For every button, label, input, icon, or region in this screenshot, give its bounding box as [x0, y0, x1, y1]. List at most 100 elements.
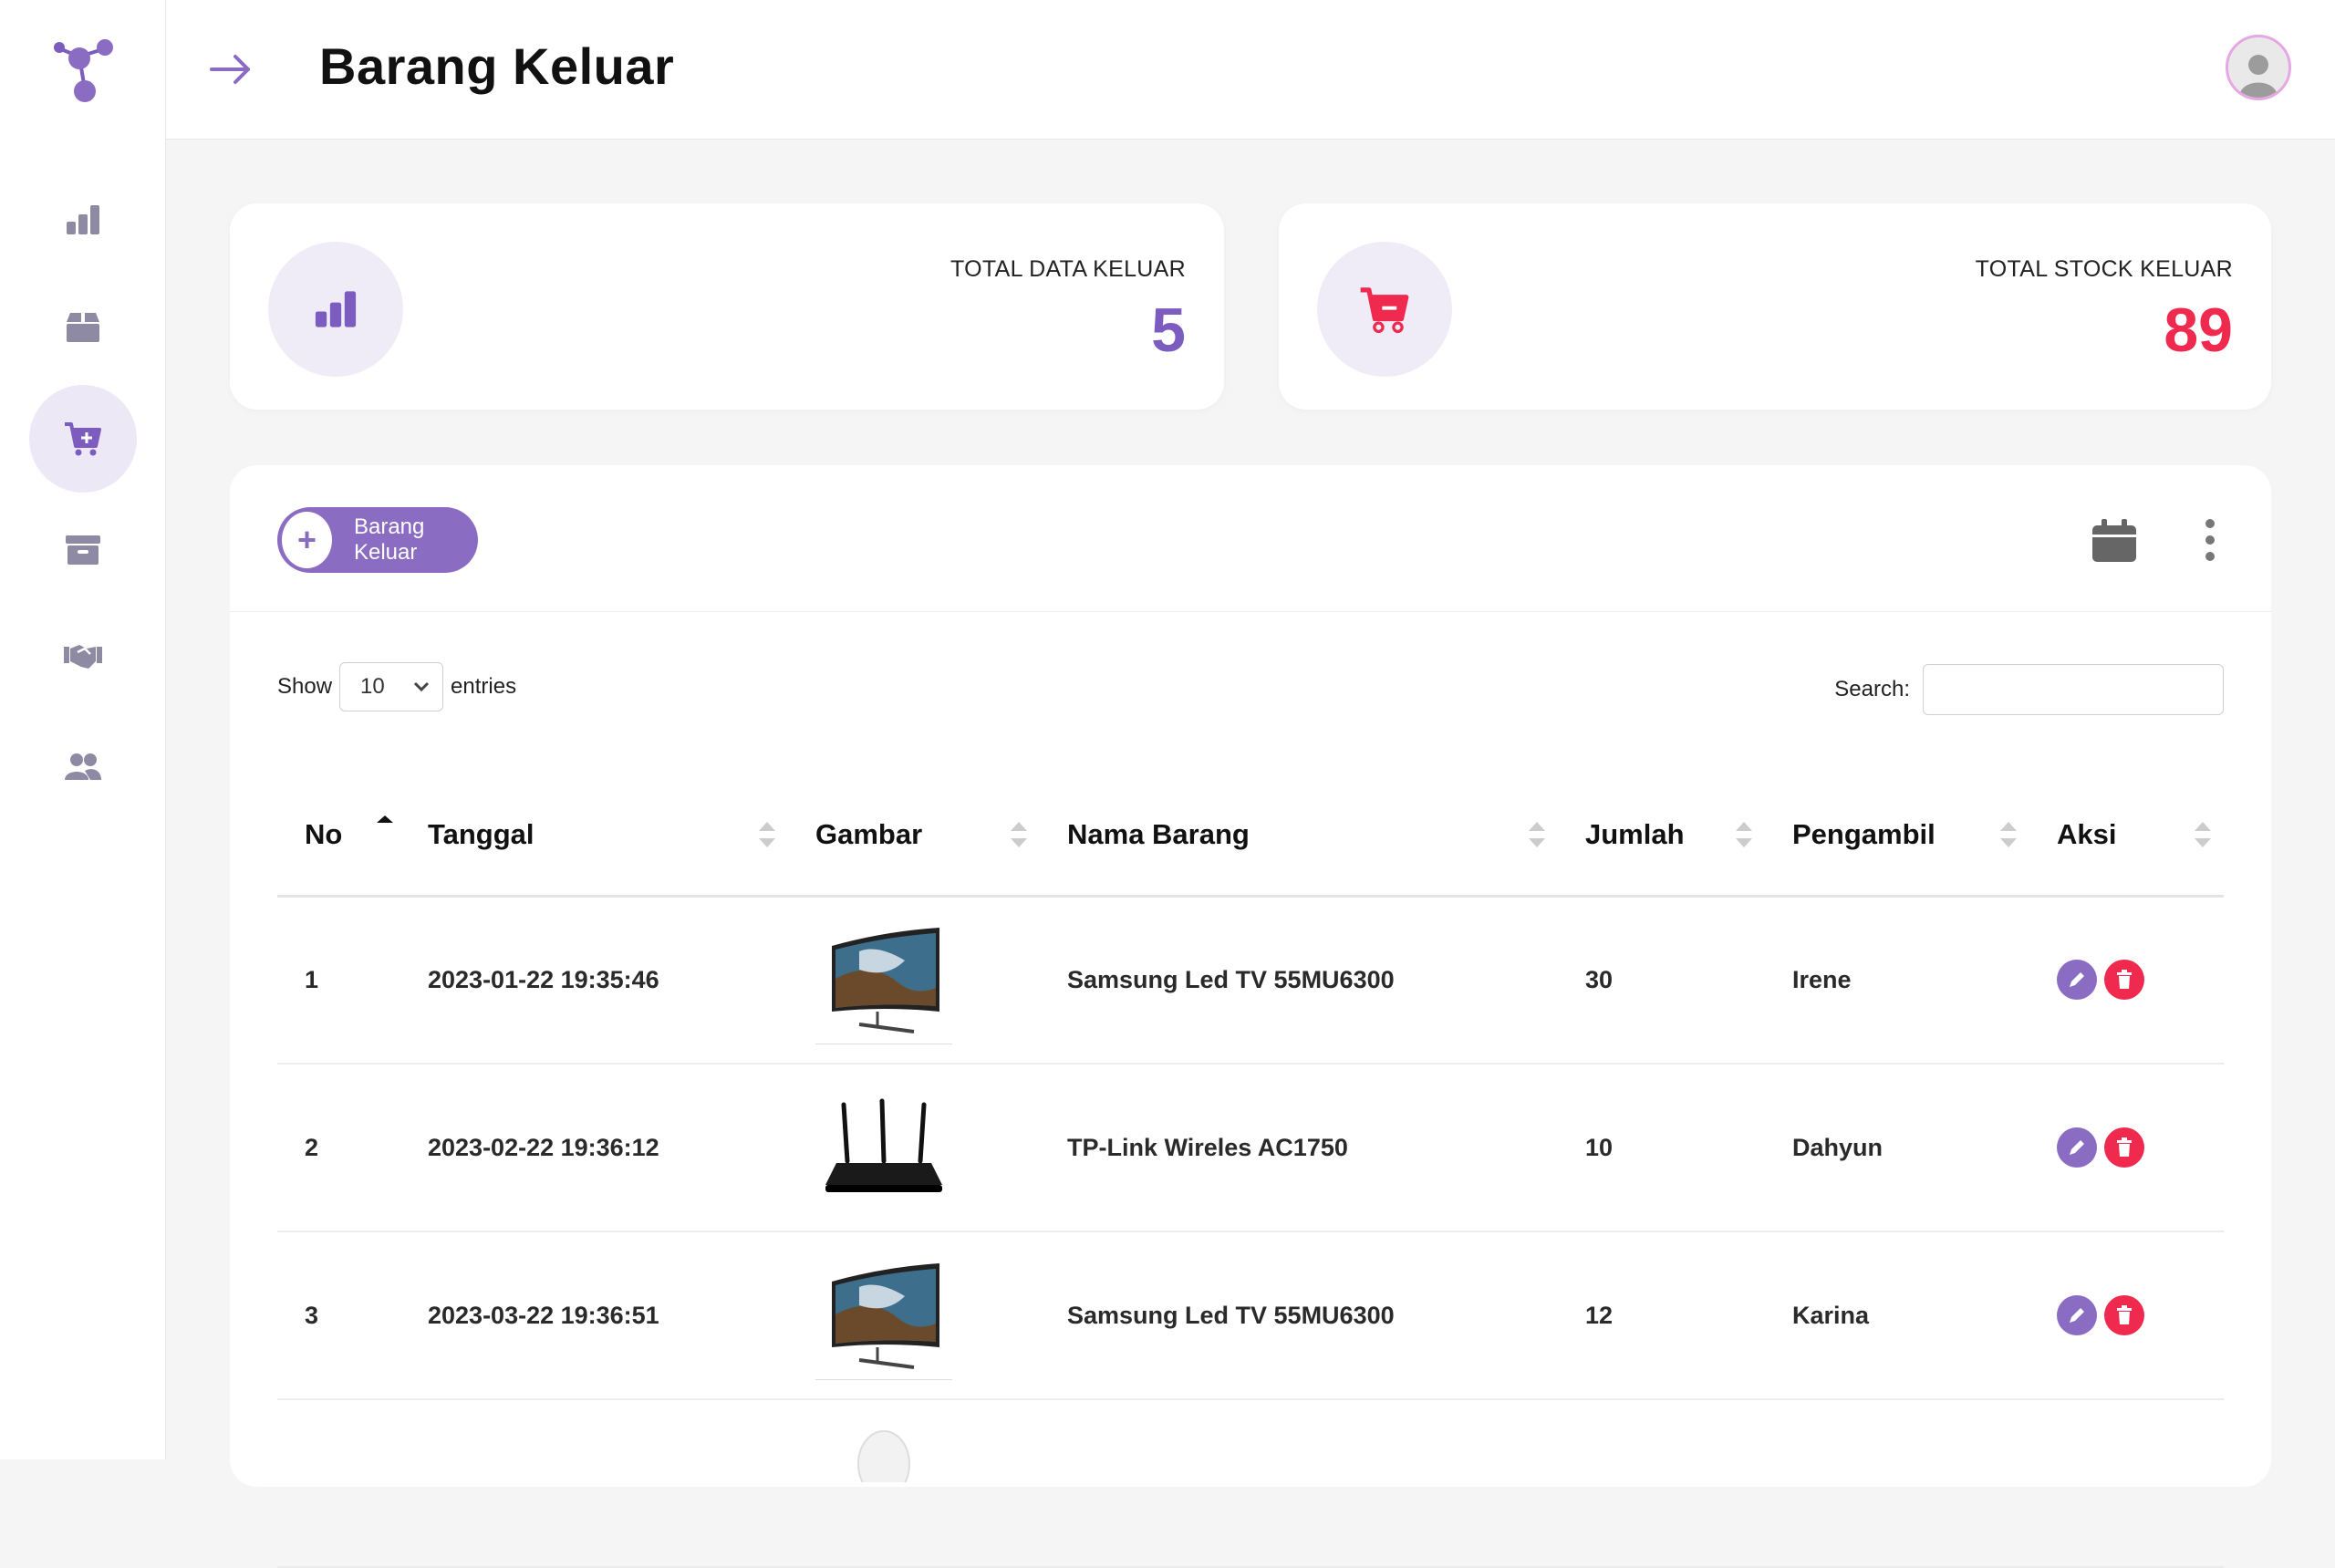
cart-minus-icon [1360, 287, 1409, 334]
edit-button[interactable] [2057, 1295, 2097, 1335]
user-icon [2239, 55, 2278, 98]
stat-card-total-stock-keluar: TOTAL STOCK KELUAR 89 [1279, 203, 2271, 410]
tv-image-icon [832, 1262, 939, 1369]
cell-pengambil [1765, 1399, 2029, 1568]
archive-icon [66, 535, 100, 565]
show-label: Show [277, 674, 333, 699]
plus-icon: + [282, 512, 332, 568]
sort-icon [1736, 822, 1752, 848]
delete-button[interactable] [2104, 1295, 2144, 1335]
app-logo-icon[interactable] [50, 36, 119, 105]
table-row: 1 2023-01-22 19:35:46 Samsung Led TV 55M… [277, 896, 2224, 1064]
table-row [277, 1399, 2224, 1568]
pencil-icon [2070, 1308, 2084, 1323]
column-header-no[interactable]: No [277, 775, 400, 898]
calendar-icon[interactable] [2091, 518, 2138, 564]
column-header-aksi[interactable]: Aksi [2029, 775, 2224, 898]
cell-gambar [788, 896, 1040, 1064]
sidebar-item-dashboard[interactable] [29, 166, 137, 274]
cell-no: 2 [277, 1064, 400, 1232]
cell-no: 3 [277, 1231, 400, 1400]
sort-icon [2000, 822, 2017, 848]
trash-icon [2117, 1137, 2132, 1157]
router-image-icon [825, 1098, 942, 1192]
tv-image-icon [832, 927, 939, 1033]
cell-aksi [2029, 1231, 2224, 1400]
stat-value: 5 [1151, 296, 1186, 365]
sort-icon [1529, 822, 1545, 848]
cell-aksi [2029, 1399, 2224, 1568]
cell-jumlah: 30 [1558, 896, 1765, 1064]
cell-no: 1 [277, 896, 400, 1064]
cell-aksi [2029, 896, 2224, 1064]
handshake-icon [64, 645, 102, 669]
edit-button[interactable] [2057, 1127, 2097, 1168]
sidebar-toggle-arrow-icon[interactable] [210, 51, 252, 88]
column-header-pengambil[interactable]: Pengambil [1765, 775, 2029, 898]
user-avatar[interactable] [2226, 35, 2291, 100]
pencil-icon [2070, 1140, 2084, 1155]
cell-nama-barang: TP-Link Wireles AC1750 [1040, 1064, 1558, 1232]
cart-plus-icon [65, 422, 101, 456]
column-header-nama-barang[interactable]: Nama Barang [1040, 775, 1558, 898]
search-input[interactable] [1923, 664, 2224, 715]
users-icon [65, 753, 101, 780]
panel-toolbar: + Barang Keluar [230, 465, 2271, 612]
cell-gambar [788, 1231, 1040, 1400]
cell-gambar [788, 1064, 1040, 1232]
search-box: Search: [1834, 664, 2224, 715]
show-entries: Show 10 entries [277, 662, 516, 711]
table-row: 2 2023-02-22 19:36:12 TP-Link Wireles AC… [277, 1064, 2224, 1232]
cell-jumlah: 12 [1558, 1231, 1765, 1400]
delete-button[interactable] [2104, 960, 2144, 1001]
sort-icon [1011, 822, 1027, 848]
sort-asc-icon [377, 815, 393, 824]
cell-pengambil: Dahyun [1765, 1064, 2029, 1232]
cell-jumlah: 10 [1558, 1064, 1765, 1232]
stat-label: TOTAL STOCK KELUAR [1975, 256, 2233, 282]
entries-select[interactable]: 10 [339, 662, 444, 711]
product-image-mouse [815, 1428, 952, 1482]
cell-nama-barang: Samsung Led TV 55MU6300 [1040, 1231, 1558, 1400]
sidebar-item-barang[interactable] [29, 274, 137, 381]
cell-jumlah [1558, 1399, 1765, 1568]
cell-pengambil: Karina [1765, 1231, 2029, 1400]
stat-label: TOTAL DATA KELUAR [950, 256, 1186, 282]
stat-card-total-data-keluar: TOTAL DATA KELUAR 5 [230, 203, 1224, 410]
sidebar-item-arsip[interactable] [29, 496, 137, 604]
cell-nama-barang: Samsung Led TV 55MU6300 [1040, 896, 1558, 1064]
sidebar-item-barang-keluar[interactable] [29, 385, 137, 493]
stat-icon-circle [268, 242, 403, 377]
data-panel: + Barang Keluar Show 10 entries Search: [230, 465, 2271, 1568]
table-row: 3 2023-03-22 19:36:51 Samsung Led TV 55M… [277, 1231, 2224, 1400]
top-header: Barang Keluar [166, 0, 2335, 140]
column-header-gambar[interactable]: Gambar [788, 775, 1040, 898]
entries-label: entries [451, 674, 517, 699]
chart-bar-icon [315, 291, 357, 327]
column-header-tanggal[interactable]: Tanggal [400, 775, 788, 898]
stat-value: 89 [2164, 296, 2233, 365]
sidebar-item-users[interactable] [29, 713, 137, 821]
box-icon [67, 313, 99, 342]
trash-icon [2117, 1305, 2132, 1324]
table-header-row: No Tanggal Gambar Nama Barang Jumlah Pen… [277, 775, 2224, 898]
cell-tanggal: 2023-03-22 19:36:51 [400, 1231, 788, 1400]
cell-tanggal [400, 1399, 788, 1568]
add-button-label: Barang Keluar [353, 514, 425, 565]
edit-button[interactable] [2057, 960, 2097, 1001]
sort-icon [759, 822, 775, 848]
sidebar-item-supplier[interactable] [29, 602, 137, 710]
cell-tanggal: 2023-01-22 19:35:46 [400, 896, 788, 1064]
pencil-icon [2070, 972, 2084, 988]
column-header-jumlah[interactable]: Jumlah [1558, 775, 1765, 898]
add-barang-keluar-button[interactable]: + Barang Keluar [277, 507, 478, 573]
delete-button[interactable] [2104, 1127, 2144, 1168]
more-options-icon[interactable] [2204, 518, 2216, 562]
search-label: Search: [1834, 677, 1910, 701]
cell-aksi [2029, 1064, 2224, 1232]
cell-gambar [788, 1399, 1040, 1568]
cell-tanggal: 2023-02-22 19:36:12 [400, 1064, 788, 1232]
barang-keluar-table: No Tanggal Gambar Nama Barang Jumlah Pen… [277, 775, 2224, 1568]
product-image-router [815, 1084, 952, 1211]
cell-nama-barang [1040, 1399, 1558, 1568]
